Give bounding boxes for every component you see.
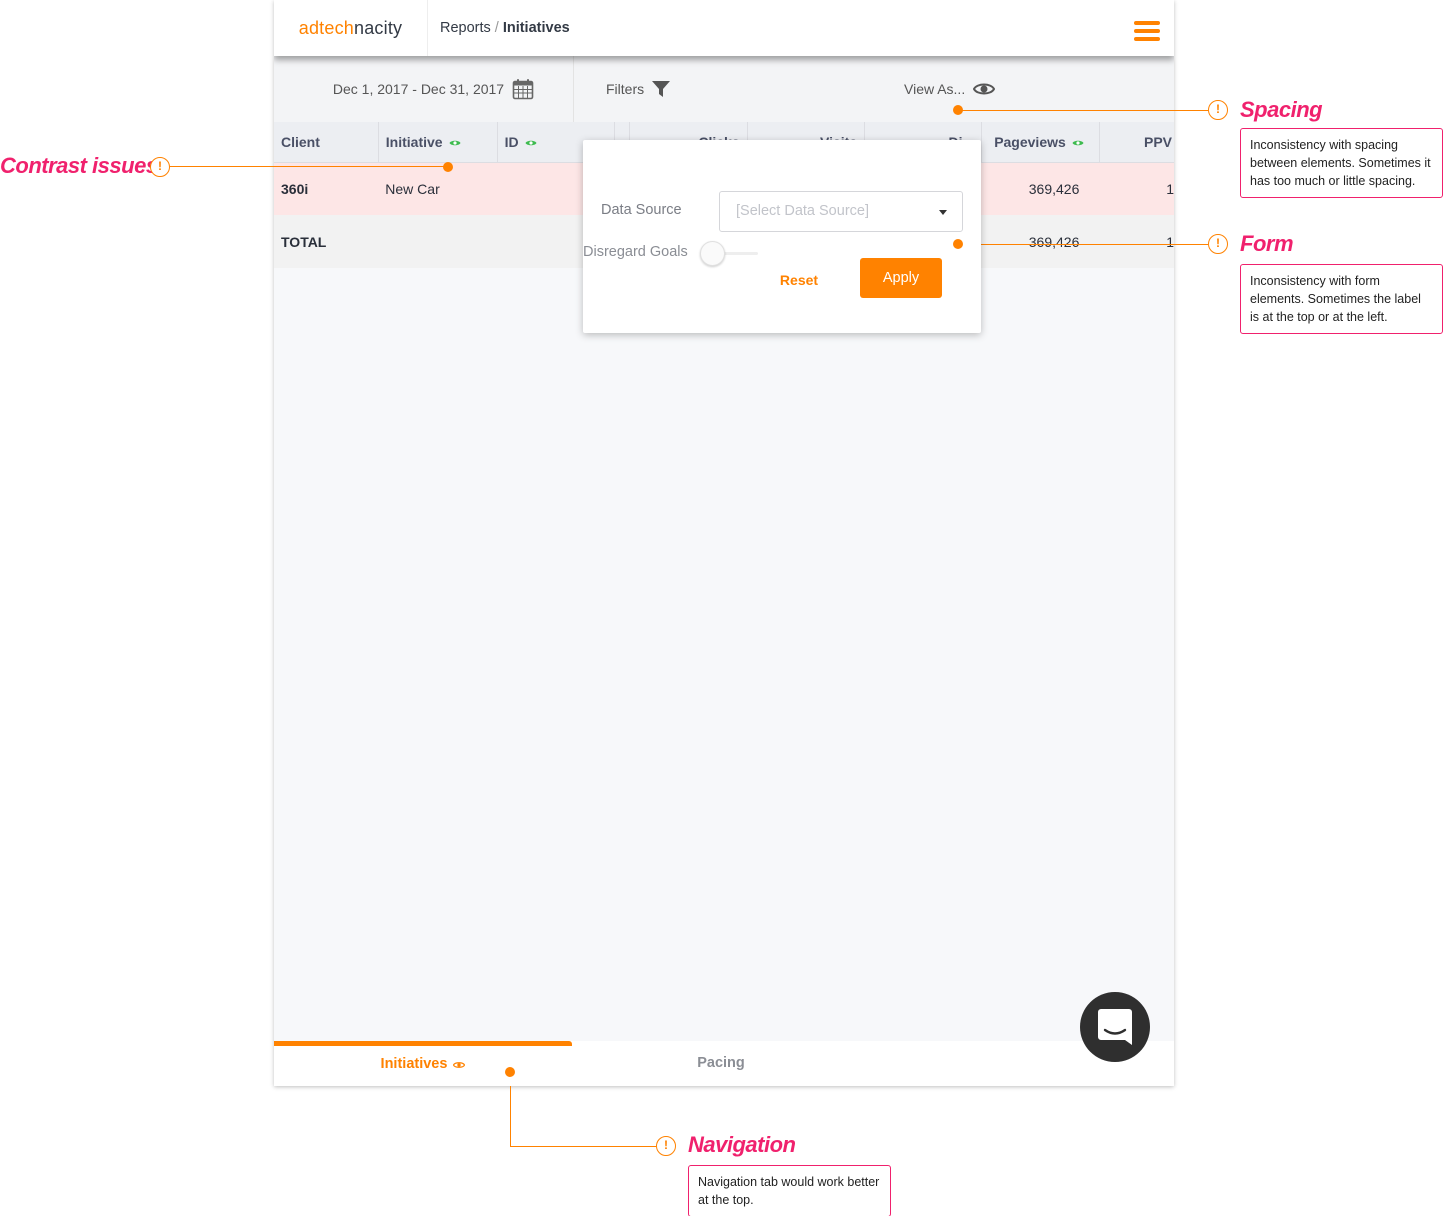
column-label: Initiative	[385, 133, 443, 150]
column-header-ppv[interactable]: PPV	[1099, 122, 1174, 163]
breadcrumb-reports[interactable]: Reports	[440, 20, 491, 36]
data-source-placeholder: [Select Data Source]	[736, 203, 869, 219]
breadcrumb: Reports / Initiatives	[428, 20, 570, 36]
annotation-navigation-title: Navigation	[688, 1132, 796, 1157]
warning-icon: !	[150, 157, 170, 177]
cell-ppv: 1	[1099, 162, 1174, 215]
cell-pageviews: 369,426	[981, 162, 1100, 215]
cell-empty	[378, 215, 498, 268]
toggle-knob	[700, 241, 725, 266]
disregard-goals-toggle[interactable]	[700, 241, 760, 267]
date-range-picker[interactable]: Dec 1, 2017 - Dec 31, 2017	[274, 56, 574, 122]
chevron-down-icon	[939, 210, 947, 215]
reset-button[interactable]: Reset	[769, 269, 829, 291]
eye-icon[interactable]	[449, 139, 461, 147]
filters-button[interactable]: Filters	[574, 56, 874, 122]
eye-icon	[453, 1061, 466, 1068]
warning-icon: !	[1208, 234, 1228, 254]
filters-popup: Data Source [Select Data Source] Disrega…	[583, 140, 981, 333]
cell-client: 360i	[274, 162, 379, 215]
annotation-form-text: Inconsistency with form elements. Someti…	[1240, 264, 1443, 334]
calendar-icon	[512, 79, 534, 100]
annotation-connector	[510, 1146, 656, 1147]
annotation-contrast-title: Contrast issues	[0, 153, 158, 178]
warning-icon: !	[1208, 100, 1228, 120]
cell-total-pageviews: 369,426	[981, 215, 1100, 268]
chat-button[interactable]	[1080, 992, 1150, 1062]
annotation-connector	[170, 166, 448, 167]
hamburger-menu-icon[interactable]	[1134, 21, 1160, 42]
column-header-client[interactable]: Client	[274, 122, 379, 163]
annotation-navigation-text: Navigation tab would work better at the …	[688, 1165, 891, 1216]
bottom-navigation: Initiatives Pacing	[274, 1041, 1174, 1086]
date-range-text: Dec 1, 2017 - Dec 31, 2017	[332, 81, 505, 97]
data-source-select[interactable]: [Select Data Source]	[719, 191, 963, 232]
column-label: PPV	[1143, 133, 1172, 150]
annotation-marker	[443, 162, 453, 172]
annotation-spacing-text: Inconsistency with spacing between eleme…	[1240, 128, 1443, 198]
annotation-marker	[505, 1067, 515, 1077]
annotation-connector	[958, 244, 1208, 245]
annotation-marker	[953, 239, 963, 249]
tab-initiatives[interactable]: Initiatives	[274, 1041, 572, 1086]
tab-label: Initiatives	[380, 1055, 448, 1072]
disregard-goals-label: Disregard Goals	[583, 244, 688, 260]
column-header-pageviews[interactable]: Pageviews	[981, 122, 1100, 163]
apply-button[interactable]: Apply	[860, 258, 942, 298]
annotation-spacing-title: Spacing	[1240, 97, 1323, 122]
annotation-marker	[953, 105, 963, 115]
eye-icon[interactable]	[525, 139, 537, 147]
logo-text-accent: adtech	[298, 17, 354, 38]
eye-icon	[973, 83, 996, 95]
column-label: Client	[281, 133, 320, 150]
view-as-button[interactable]: View As...	[874, 56, 1174, 122]
column-label: ID	[504, 133, 519, 150]
report-toolbar: Dec 1, 2017 - Dec 31, 2017 Filters View …	[274, 56, 1174, 122]
breadcrumb-current: Initiatives	[502, 20, 570, 36]
filters-label: Filters	[606, 81, 645, 97]
tab-label: Pacing	[697, 1054, 745, 1071]
funnel-icon	[652, 81, 671, 97]
logo[interactable]: adtech nacity	[274, 0, 428, 56]
logo-text: nacity	[354, 17, 403, 38]
column-header-initiative[interactable]: Initiative	[378, 122, 498, 163]
cell-total-ppv: 1	[1099, 215, 1174, 268]
annotation-connector	[958, 110, 1208, 111]
cell-total-label: TOTAL	[274, 215, 379, 268]
app-window: adtech nacity Reports / Initiatives Dec 1…	[274, 0, 1174, 1086]
view-as-label: View As...	[904, 81, 966, 97]
chat-bubble-icon	[1098, 1009, 1132, 1045]
column-label: Pageviews	[994, 133, 1066, 150]
eye-icon[interactable]	[1072, 139, 1084, 147]
data-source-label: Data Source	[601, 202, 682, 218]
initiative-link[interactable]: New Car	[378, 162, 498, 215]
top-bar: adtech nacity Reports / Initiatives	[274, 0, 1174, 56]
warning-icon: !	[656, 1136, 676, 1156]
breadcrumb-separator: /	[494, 20, 499, 36]
tab-pacing[interactable]: Pacing	[572, 1041, 870, 1086]
annotation-form-title: Form	[1240, 231, 1294, 256]
